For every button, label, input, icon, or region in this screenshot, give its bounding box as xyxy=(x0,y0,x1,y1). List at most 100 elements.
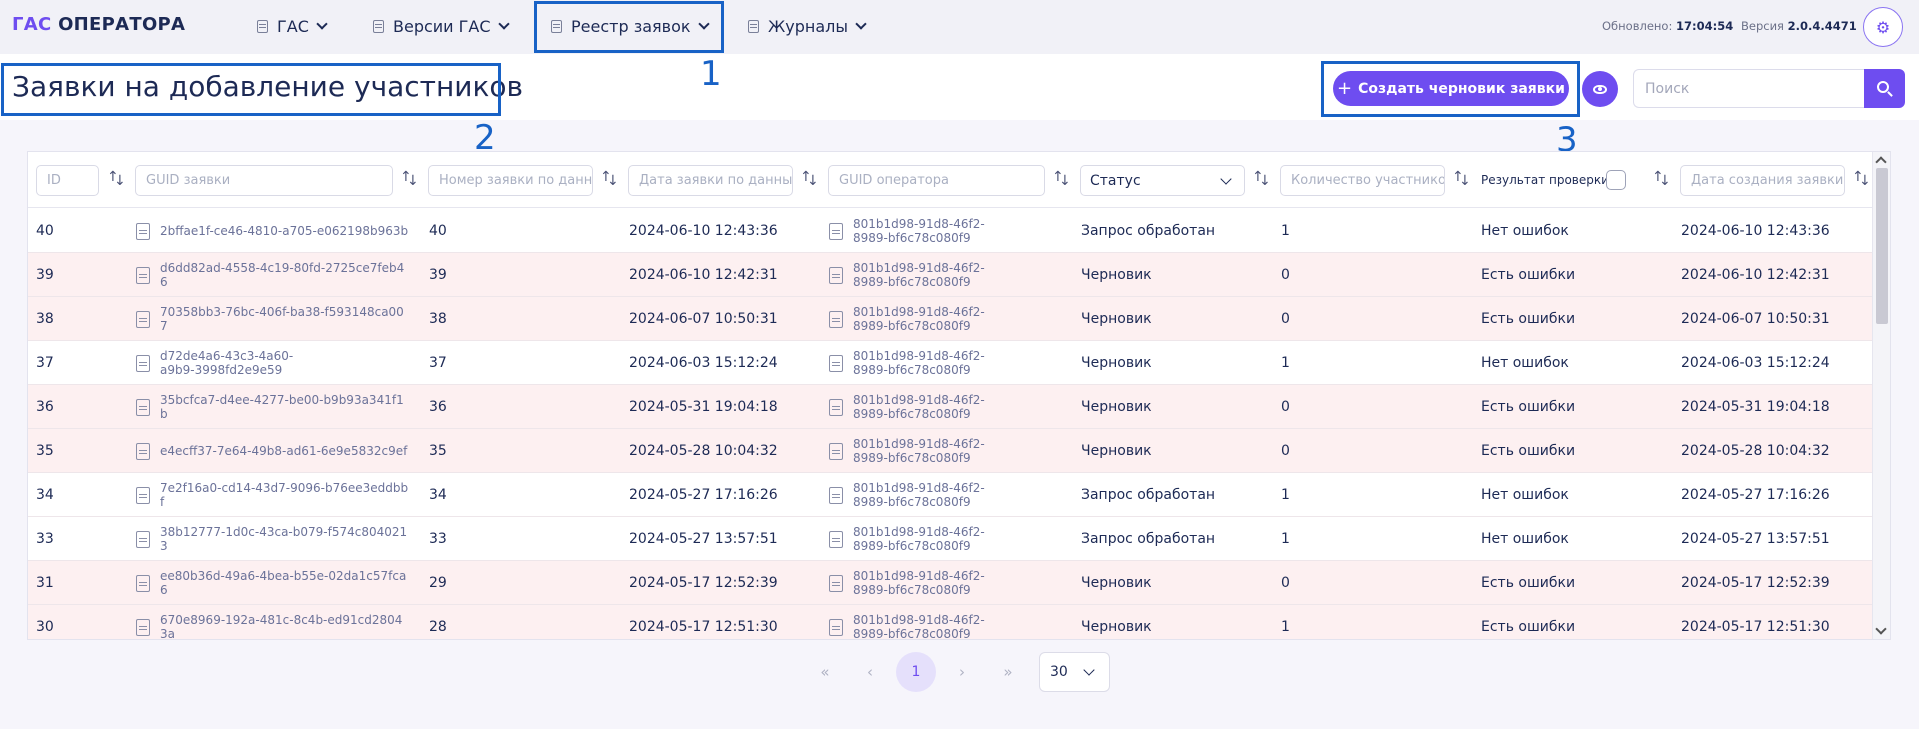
cell-status: Черновик xyxy=(1081,355,1152,371)
chevron-down-icon xyxy=(316,18,328,30)
table-row[interactable]: 39 d6dd82ad-4558-4c19-80fd-2725ce7feb46 … xyxy=(28,253,1874,297)
cell-count: 1 xyxy=(1281,355,1290,371)
cell-id: 30 xyxy=(36,619,54,635)
table-row[interactable]: 37 d72de4a6-43c3-4a60-a9b9-3998fd2e9e59 … xyxy=(28,341,1874,385)
cell-guid[interactable]: ee80b36d-49a6-4bea-b55e-02da1c57fca6 xyxy=(136,561,410,605)
cell-date: 2024-06-10 12:43:36 xyxy=(629,223,778,239)
table-row[interactable]: 30 670e8969-192a-481c-8c4b-ed91cd28043a … xyxy=(28,605,1874,639)
cell-date: 2024-05-31 19:04:18 xyxy=(629,399,778,415)
cell-operator-guid[interactable]: 801b1d98-91d8-46f2-8989-bf6c78c080f9 xyxy=(829,429,999,473)
next-page-button[interactable]: › xyxy=(942,652,982,692)
cell-operator-guid[interactable]: 801b1d98-91d8-46f2-8989-bf6c78c080f9 xyxy=(829,473,999,517)
filter-id[interactable] xyxy=(36,165,99,196)
filter-status-select[interactable]: Статус xyxy=(1080,165,1245,196)
sort-icon[interactable] xyxy=(1052,169,1071,190)
filter-result-checkbox[interactable] xyxy=(1606,170,1626,190)
cell-guid[interactable]: 70358bb3-76bc-406f-ba38-f593148ca007 xyxy=(136,297,410,341)
filter-operator-guid[interactable] xyxy=(828,165,1045,196)
search-button[interactable] xyxy=(1864,69,1905,108)
sort-icon[interactable] xyxy=(800,169,819,190)
visibility-toggle-button[interactable] xyxy=(1582,71,1618,107)
document-icon xyxy=(829,310,843,328)
table-row[interactable]: 38 70358bb3-76bc-406f-ba38-f593148ca007 … xyxy=(28,297,1874,341)
table-row[interactable]: 34 7e2f16a0-cd14-43d7-9096-b76ee3eddbbf … xyxy=(28,473,1874,517)
cell-guid[interactable]: e4ecff37-7e64-49b8-ad61-6e9e5832c9ef xyxy=(136,429,410,473)
cell-operator-guid[interactable]: 801b1d98-91d8-46f2-8989-bf6c78c080f9 xyxy=(829,209,999,253)
filter-date[interactable] xyxy=(628,165,793,196)
app-version: Версия 2.0.4.4471 xyxy=(1741,19,1857,33)
cell-status: Запрос обработан xyxy=(1081,531,1216,547)
sort-icon[interactable] xyxy=(1252,169,1271,190)
filter-number[interactable] xyxy=(428,165,593,196)
settings-button[interactable]: ⚙ xyxy=(1863,7,1903,47)
prev-page-button[interactable]: ‹ xyxy=(850,652,890,692)
sort-icon[interactable] xyxy=(107,169,126,190)
nav-label: Версии ГАС xyxy=(393,16,491,36)
guid-text: 2bffae1f-ce46-4810-a705-e062198b963b xyxy=(160,224,409,238)
guid-text: e4ecff37-7e64-49b8-ad61-6e9e5832c9ef xyxy=(160,444,408,458)
page-1-button[interactable]: 1 xyxy=(896,652,936,692)
cell-guid[interactable]: 35bcfca7-d4ee-4277-be00-b9b93a341f1b xyxy=(136,385,410,429)
scrollbar-thumb[interactable] xyxy=(1876,168,1888,324)
table-row[interactable]: 40 2bffae1f-ce46-4810-a705-e062198b963b … xyxy=(28,209,1874,253)
search-input[interactable] xyxy=(1633,69,1865,108)
annotation-number-1: 1 xyxy=(700,54,722,94)
cell-count: 0 xyxy=(1281,575,1290,591)
scroll-up-icon[interactable] xyxy=(1875,156,1887,168)
first-page-button[interactable]: « xyxy=(805,652,845,692)
vertical-scrollbar[interactable] xyxy=(1872,152,1890,639)
sort-icon[interactable] xyxy=(1652,169,1671,190)
cell-number: 39 xyxy=(429,267,447,283)
cell-created: 2024-06-03 15:12:24 xyxy=(1681,355,1830,371)
cell-operator-guid[interactable]: 801b1d98-91d8-46f2-8989-bf6c78c080f9 xyxy=(829,253,999,297)
document-icon xyxy=(136,354,150,372)
sort-icon[interactable] xyxy=(1452,169,1471,190)
filter-participant-count[interactable] xyxy=(1280,165,1445,196)
nav-menu-journals[interactable]: Журналы xyxy=(748,0,867,52)
nav-menu-gas[interactable]: ГАС xyxy=(257,0,328,52)
sort-icon[interactable] xyxy=(400,169,419,190)
cell-id: 31 xyxy=(36,575,54,591)
cell-guid[interactable]: 38b12777-1d0c-43ca-b079-f574c8040213 xyxy=(136,517,410,561)
cell-guid[interactable]: d6dd82ad-4558-4c19-80fd-2725ce7feb46 xyxy=(136,253,410,297)
cell-guid[interactable]: 670e8969-192a-481c-8c4b-ed91cd28043a xyxy=(136,605,410,639)
cell-status: Запрос обработан xyxy=(1081,223,1216,239)
document-icon xyxy=(136,618,150,636)
filter-result-label: Результат проверки xyxy=(1481,173,1609,187)
cell-operator-guid[interactable]: 801b1d98-91d8-46f2-8989-bf6c78c080f9 xyxy=(829,605,999,639)
nav-menu-gas-versions[interactable]: Версии ГАС xyxy=(373,0,510,52)
status-select-value: Статус xyxy=(1090,172,1141,189)
cell-operator-guid[interactable]: 801b1d98-91d8-46f2-8989-bf6c78c080f9 xyxy=(829,385,999,429)
cell-guid[interactable]: 7e2f16a0-cd14-43d7-9096-b76ee3eddbbf xyxy=(136,473,410,517)
filter-guid[interactable] xyxy=(135,165,393,196)
document-icon xyxy=(257,19,268,33)
cell-guid[interactable]: 2bffae1f-ce46-4810-a705-e062198b963b xyxy=(136,209,410,253)
app-logo[interactable]: ГАС ОПЕРАТОРА xyxy=(12,14,185,35)
sort-icon[interactable] xyxy=(1852,169,1871,190)
table-row[interactable]: 33 38b12777-1d0c-43ca-b079-f574c8040213 … xyxy=(28,517,1874,561)
scroll-down-icon[interactable] xyxy=(1875,623,1887,635)
table-row[interactable]: 36 35bcfca7-d4ee-4277-be00-b9b93a341f1b … xyxy=(28,385,1874,429)
cell-guid[interactable]: d72de4a6-43c3-4a60-a9b9-3998fd2e9e59 xyxy=(136,341,300,385)
document-icon xyxy=(136,222,150,240)
nav-label: Журналы xyxy=(768,16,848,36)
cell-operator-guid[interactable]: 801b1d98-91d8-46f2-8989-bf6c78c080f9 xyxy=(829,561,999,605)
document-icon xyxy=(136,266,150,284)
cell-operator-guid[interactable]: 801b1d98-91d8-46f2-8989-bf6c78c080f9 xyxy=(829,297,999,341)
cell-result: Есть ошибки xyxy=(1481,443,1576,459)
guid-text: ee80b36d-49a6-4bea-b55e-02da1c57fca6 xyxy=(160,569,407,597)
cell-operator-guid[interactable]: 801b1d98-91d8-46f2-8989-bf6c78c080f9 xyxy=(829,341,999,385)
cell-number: 40 xyxy=(429,223,447,239)
guid-text: 7e2f16a0-cd14-43d7-9096-b76ee3eddbbf xyxy=(160,481,409,509)
filter-created-date[interactable] xyxy=(1680,165,1845,196)
sort-icon[interactable] xyxy=(600,169,619,190)
page-size-value: 30 xyxy=(1050,664,1068,680)
cell-operator-guid[interactable]: 801b1d98-91d8-46f2-8989-bf6c78c080f9 xyxy=(829,517,999,561)
table-row[interactable]: 31 ee80b36d-49a6-4bea-b55e-02da1c57fca6 … xyxy=(28,561,1874,605)
document-icon xyxy=(829,574,843,592)
operator-guid-text: 801b1d98-91d8-46f2-8989-bf6c78c080f9 xyxy=(853,437,985,465)
page-size-select[interactable]: 30 xyxy=(1039,652,1110,692)
last-page-button[interactable]: » xyxy=(988,652,1028,692)
cell-status: Черновик xyxy=(1081,619,1152,635)
table-row[interactable]: 35 e4ecff37-7e64-49b8-ad61-6e9e5832c9ef … xyxy=(28,429,1874,473)
